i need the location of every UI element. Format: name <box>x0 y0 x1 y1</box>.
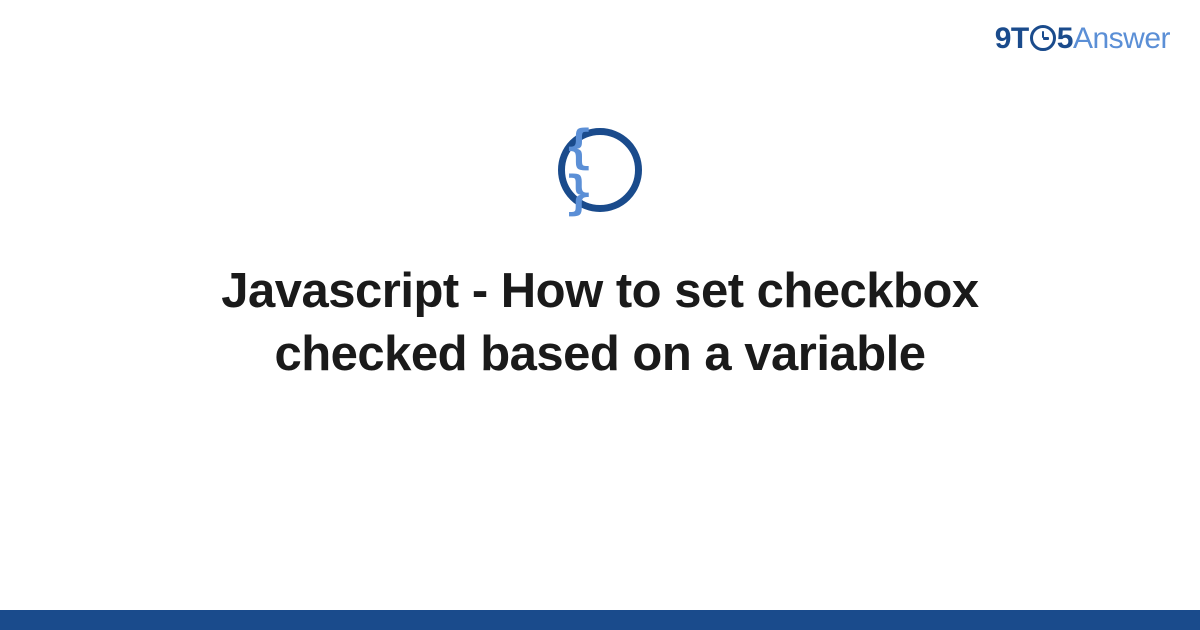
logo-text-5: 5 <box>1057 22 1073 55</box>
site-logo: 9T 5Answer <box>995 22 1170 56</box>
braces-glyph: { } <box>565 124 635 216</box>
logo-text-9t: 9T <box>995 22 1029 55</box>
page-title: Javascript - How to set checkbox checked… <box>120 260 1080 385</box>
footer-bar <box>0 610 1200 630</box>
clock-icon <box>1030 25 1056 51</box>
main-content: { } Javascript - How to set checkbox che… <box>0 128 1200 385</box>
code-braces-icon: { } <box>558 128 642 212</box>
logo-text-answer: Answer <box>1073 22 1170 55</box>
